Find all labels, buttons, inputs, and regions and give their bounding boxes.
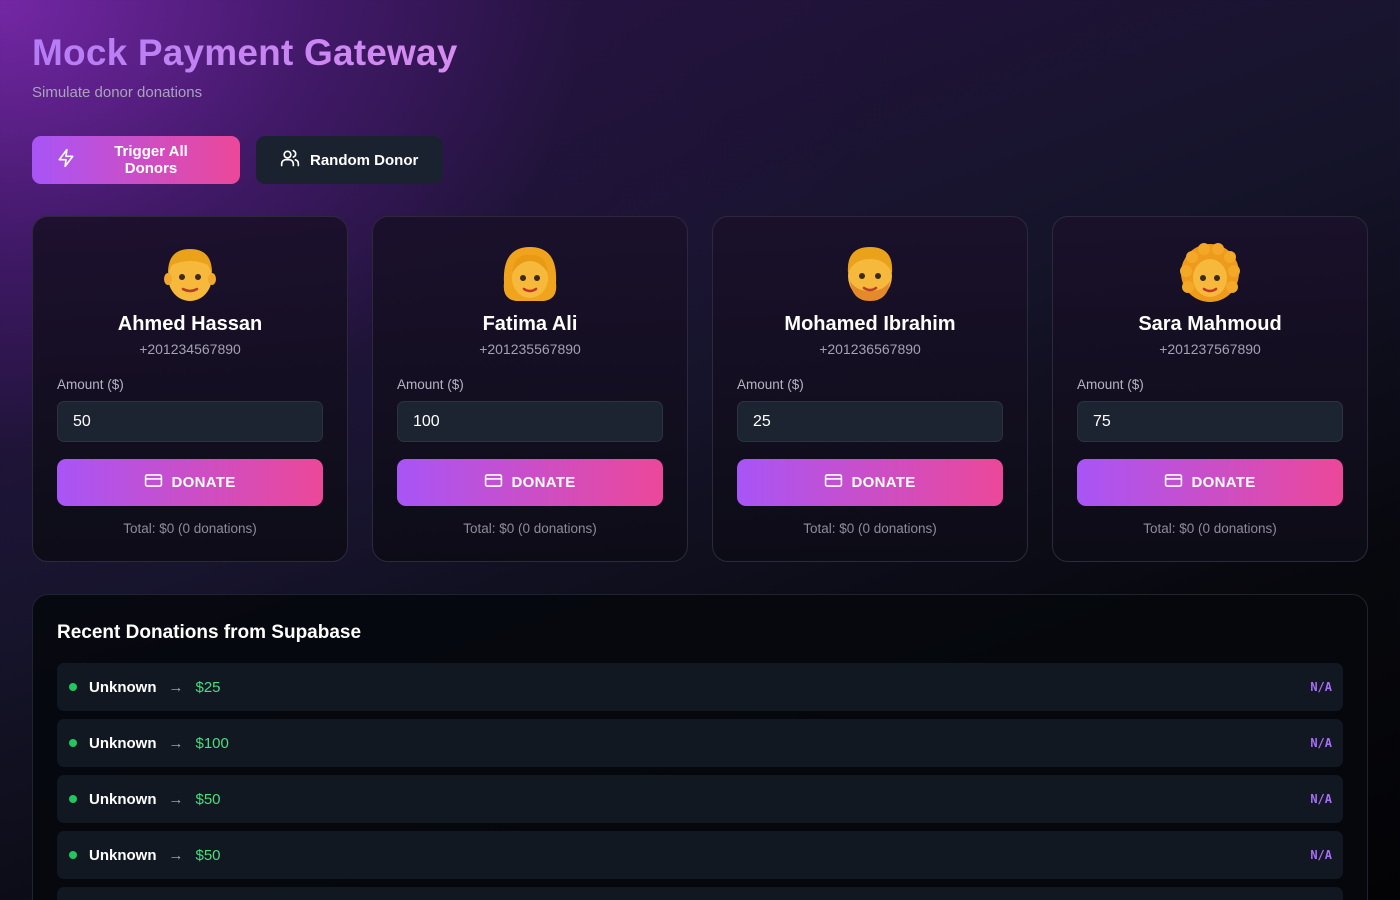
donor-phone: +201236567890 — [819, 341, 921, 357]
donor-card: Ahmed Hassan +201234567890 Amount ($) DO… — [32, 216, 348, 562]
donate-button[interactable]: DONATE — [397, 459, 663, 506]
donor-total: Total: $0 (0 donations) — [123, 521, 257, 536]
donation-donor: Unknown — [89, 678, 157, 696]
donor-phone: +201234567890 — [139, 341, 241, 357]
amount-input[interactable] — [737, 401, 1003, 442]
donate-button[interactable]: DONATE — [737, 459, 1003, 506]
donate-button[interactable]: DONATE — [1077, 459, 1343, 506]
random-donor-button[interactable]: Random Donor — [256, 136, 443, 184]
amount-input[interactable] — [397, 401, 663, 442]
trigger-all-donors-label: Trigger All Donors — [114, 143, 188, 177]
arrow-right-icon: → — [168, 678, 184, 696]
amount-input[interactable] — [1077, 401, 1343, 442]
random-donor-label: Random Donor — [310, 151, 419, 169]
donation-row — [57, 887, 1343, 900]
donor-card: Sara Mahmoud +201237567890 Amount ($) DO… — [1052, 216, 1368, 562]
amount-input[interactable] — [57, 401, 323, 442]
donation-status: N/A — [1310, 848, 1332, 862]
recent-donations-title: Recent Donations from Supabase — [57, 622, 362, 643]
recent-donations-panel: Recent Donations from Supabase Unknown →… — [32, 594, 1368, 900]
donation-amount: $100 — [195, 734, 229, 752]
donation-donor: Unknown — [89, 846, 157, 864]
amount-label: Amount ($) — [57, 377, 124, 392]
donate-label: DONATE — [1191, 474, 1256, 491]
donation-status: N/A — [1310, 736, 1332, 750]
donor-name: Ahmed Hassan — [117, 313, 263, 335]
donate-label: DONATE — [171, 474, 236, 491]
amount-label: Amount ($) — [1077, 377, 1144, 392]
donate-label: DONATE — [511, 474, 576, 491]
arrow-right-icon: → — [168, 846, 184, 864]
recent-donations-list: Unknown → $25 N/A Unknown → $100 N/A Unk… — [57, 663, 1343, 900]
status-dot-icon — [69, 795, 77, 803]
page-subtitle: Simulate donor donations — [32, 84, 203, 101]
credit-card-icon — [144, 471, 163, 494]
donor-phone: +201235567890 — [479, 341, 581, 357]
credit-card-icon — [1164, 471, 1183, 494]
donor-total: Total: $0 (0 donations) — [463, 521, 597, 536]
credit-card-icon — [824, 471, 843, 494]
donor-total: Total: $0 (0 donations) — [803, 521, 937, 536]
page-title: Mock Payment Gateway — [32, 32, 458, 73]
donation-row: Unknown → $25 N/A — [57, 663, 1343, 711]
status-dot-icon — [69, 739, 77, 747]
trigger-all-donors-button[interactable]: Trigger All Donors — [32, 136, 240, 184]
donation-row: Unknown → $50 N/A — [57, 831, 1343, 879]
donate-button[interactable]: DONATE — [57, 459, 323, 506]
woman-emoji-icon — [500, 243, 560, 303]
donor-card: Fatima Ali +201235567890 Amount ($) DONA… — [372, 216, 688, 562]
donor-total: Total: $0 (0 donations) — [1143, 521, 1277, 536]
status-dot-icon — [69, 851, 77, 859]
donation-row: Unknown → $50 N/A — [57, 775, 1343, 823]
donor-card: Mohamed Ibrahim +201236567890 Amount ($)… — [712, 216, 1028, 562]
donation-amount: $50 — [195, 846, 221, 864]
arrow-right-icon: → — [168, 790, 184, 808]
man-beard-emoji-icon — [840, 243, 900, 303]
man-emoji-icon — [160, 243, 220, 303]
amount-label: Amount ($) — [397, 377, 464, 392]
donation-amount: $25 — [195, 678, 221, 696]
donation-amount: $50 — [195, 790, 221, 808]
donor-name: Sara Mahmoud — [1138, 313, 1282, 335]
donation-donor: Unknown — [89, 734, 157, 752]
lightning-icon — [56, 148, 76, 172]
donation-row: Unknown → $100 N/A — [57, 719, 1343, 767]
status-dot-icon — [69, 683, 77, 691]
users-icon — [280, 148, 300, 172]
donor-name: Fatima Ali — [482, 313, 578, 335]
donation-status: N/A — [1310, 680, 1332, 694]
donor-name: Mohamed Ibrahim — [784, 313, 956, 335]
donation-status: N/A — [1310, 792, 1332, 806]
action-bar: Trigger All Donors Random Donor — [32, 136, 443, 184]
donation-donor: Unknown — [89, 790, 157, 808]
arrow-right-icon: → — [168, 734, 184, 752]
donor-cards: Ahmed Hassan +201234567890 Amount ($) DO… — [32, 216, 1368, 562]
credit-card-icon — [484, 471, 503, 494]
amount-label: Amount ($) — [737, 377, 804, 392]
donate-label: DONATE — [851, 474, 916, 491]
woman-curly-hair-emoji-icon — [1180, 243, 1240, 303]
donor-phone: +201237567890 — [1159, 341, 1261, 357]
